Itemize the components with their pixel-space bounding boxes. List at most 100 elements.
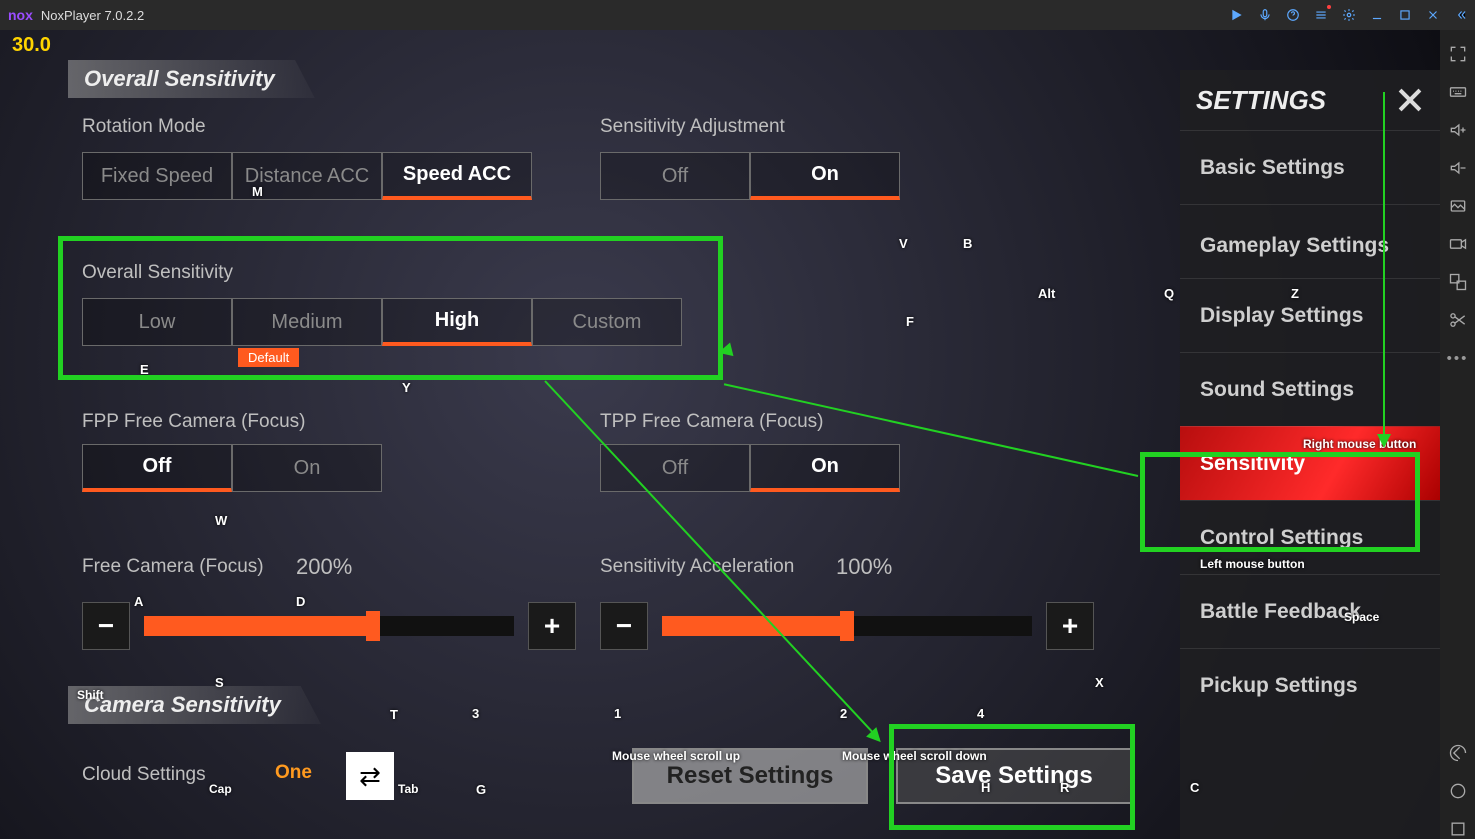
- rotation-fixed-speed[interactable]: Fixed Speed: [82, 152, 232, 200]
- sens-adj-label: Sensitivity Adjustment: [600, 116, 785, 138]
- key-1: 1: [614, 706, 621, 721]
- key-4: 4: [977, 706, 984, 721]
- key-tab: Tab: [398, 782, 418, 796]
- overall-sens-low[interactable]: Low: [82, 298, 232, 346]
- mic-icon[interactable]: [1257, 7, 1273, 23]
- cloud-settings-label: Cloud Settings: [82, 764, 206, 786]
- multi-instance-icon[interactable]: [1448, 272, 1468, 292]
- freecam-slider[interactable]: [144, 616, 514, 636]
- minimize-icon[interactable]: [1369, 7, 1385, 23]
- key-x: X: [1095, 675, 1104, 690]
- tpp-on[interactable]: On: [750, 444, 900, 492]
- key-mwd: Mouse wheel scroll down: [842, 749, 987, 763]
- titlebar-actions: [1229, 7, 1469, 23]
- key-d: D: [296, 594, 305, 609]
- key-h: H: [981, 780, 990, 795]
- freecam-value: 200%: [296, 554, 352, 580]
- key-b: B: [963, 236, 972, 251]
- fps-counter: 30.0: [12, 34, 51, 57]
- key-g: G: [476, 782, 486, 797]
- overall-sens-label: Overall Sensitivity: [82, 262, 233, 284]
- key-f: F: [906, 314, 914, 329]
- tpp-off[interactable]: Off: [600, 444, 750, 492]
- key-c: C: [1190, 780, 1199, 795]
- volume-down-icon[interactable]: [1448, 158, 1468, 178]
- overall-sens-med[interactable]: Medium: [232, 298, 382, 346]
- key-e: E: [140, 362, 149, 377]
- settings-item-pickup[interactable]: Pickup Settings: [1180, 648, 1440, 722]
- key-m: M: [252, 184, 263, 199]
- maximize-icon[interactable]: [1397, 7, 1413, 23]
- more-icon[interactable]: •••: [1448, 348, 1468, 368]
- key-3: 3: [472, 706, 479, 721]
- overall-sens-custom[interactable]: Custom: [532, 298, 682, 346]
- fpp-off[interactable]: Off: [82, 444, 232, 492]
- key-space: Space: [1344, 610, 1379, 624]
- sensaccel-plus-button[interactable]: +: [1046, 602, 1094, 650]
- volume-up-icon[interactable]: [1448, 120, 1468, 140]
- key-shift: Shift: [77, 688, 104, 702]
- settings-item-sound[interactable]: Sound Settings: [1180, 352, 1440, 426]
- settings-side-panel: SETTINGS Basic Settings Gameplay Setting…: [1180, 70, 1440, 839]
- fpp-label: FPP Free Camera (Focus): [82, 411, 305, 433]
- sens-adj-off[interactable]: Off: [600, 152, 750, 200]
- rotation-speed-acc[interactable]: Speed ACC: [382, 152, 532, 200]
- key-s: S: [215, 675, 224, 690]
- key-a: A: [134, 594, 143, 609]
- sensaccel-slider[interactable]: [662, 616, 1032, 636]
- section-header-overall: Overall Sensitivity: [68, 60, 315, 98]
- key-y: Y: [402, 380, 411, 395]
- key-t: T: [390, 707, 398, 722]
- key-cap: Cap: [209, 782, 232, 796]
- scissors-icon[interactable]: [1448, 310, 1468, 330]
- screenshot-icon[interactable]: [1448, 196, 1468, 216]
- freecam-label: Free Camera (Focus): [82, 556, 264, 578]
- fpp-on[interactable]: On: [232, 444, 382, 492]
- keyboard-icon[interactable]: [1448, 82, 1468, 102]
- nox-side-toolbar: •••: [1440, 30, 1475, 839]
- play-store-icon[interactable]: [1229, 7, 1245, 23]
- settings-item-display[interactable]: Display Settings: [1180, 278, 1440, 352]
- window-titlebar: nox NoxPlayer 7.0.2.2: [0, 0, 1475, 30]
- default-badge: Default: [238, 348, 299, 367]
- fullscreen-icon[interactable]: [1448, 44, 1468, 64]
- sens-adj-on[interactable]: On: [750, 152, 900, 200]
- recent-apps-icon[interactable]: [1448, 819, 1468, 839]
- key-rmb: Right mouse button: [1303, 437, 1416, 451]
- key-r: R: [1060, 780, 1069, 795]
- collapse-icon[interactable]: [1453, 7, 1469, 23]
- overall-sens-high[interactable]: High: [382, 298, 532, 346]
- app-logo: nox: [8, 7, 33, 23]
- settings-header-label: SETTINGS: [1196, 85, 1326, 116]
- settings-item-gameplay[interactable]: Gameplay Settings: [1180, 204, 1440, 278]
- record-icon[interactable]: [1448, 234, 1468, 254]
- key-z: Z: [1291, 286, 1299, 301]
- settings-header: SETTINGS: [1180, 70, 1440, 130]
- freecam-minus-button[interactable]: −: [82, 602, 130, 650]
- settings-gear-icon[interactable]: [1341, 7, 1357, 23]
- key-v: V: [899, 236, 908, 251]
- menu-icon[interactable]: [1313, 7, 1329, 23]
- sensaccel-label: Sensitivity Acceleration: [600, 556, 794, 578]
- app-title: NoxPlayer 7.0.2.2: [41, 8, 144, 23]
- home-icon[interactable]: [1448, 781, 1468, 801]
- key-q: Q: [1164, 286, 1174, 301]
- cloud-swap-button[interactable]: [346, 752, 394, 800]
- key-2: 2: [840, 706, 847, 721]
- rotation-mode-label: Rotation Mode: [82, 116, 206, 138]
- tpp-label: TPP Free Camera (Focus): [600, 411, 823, 433]
- help-icon[interactable]: [1285, 7, 1301, 23]
- close-icon[interactable]: [1392, 82, 1428, 118]
- settings-item-basic[interactable]: Basic Settings: [1180, 130, 1440, 204]
- key-mwu: Mouse wheel scroll up: [612, 749, 740, 763]
- settings-item-battle[interactable]: Battle Feedback: [1180, 574, 1440, 648]
- back-icon[interactable]: [1448, 743, 1468, 763]
- sensaccel-value: 100%: [836, 554, 892, 580]
- section-header-camera: Camera Sensitivity: [68, 686, 321, 724]
- cloud-settings-value: One: [275, 762, 312, 784]
- close-window-icon[interactable]: [1425, 7, 1441, 23]
- annotation-arrow-1: [717, 343, 734, 360]
- key-alt: Alt: [1038, 286, 1055, 301]
- freecam-plus-button[interactable]: +: [528, 602, 576, 650]
- sensaccel-minus-button[interactable]: −: [600, 602, 648, 650]
